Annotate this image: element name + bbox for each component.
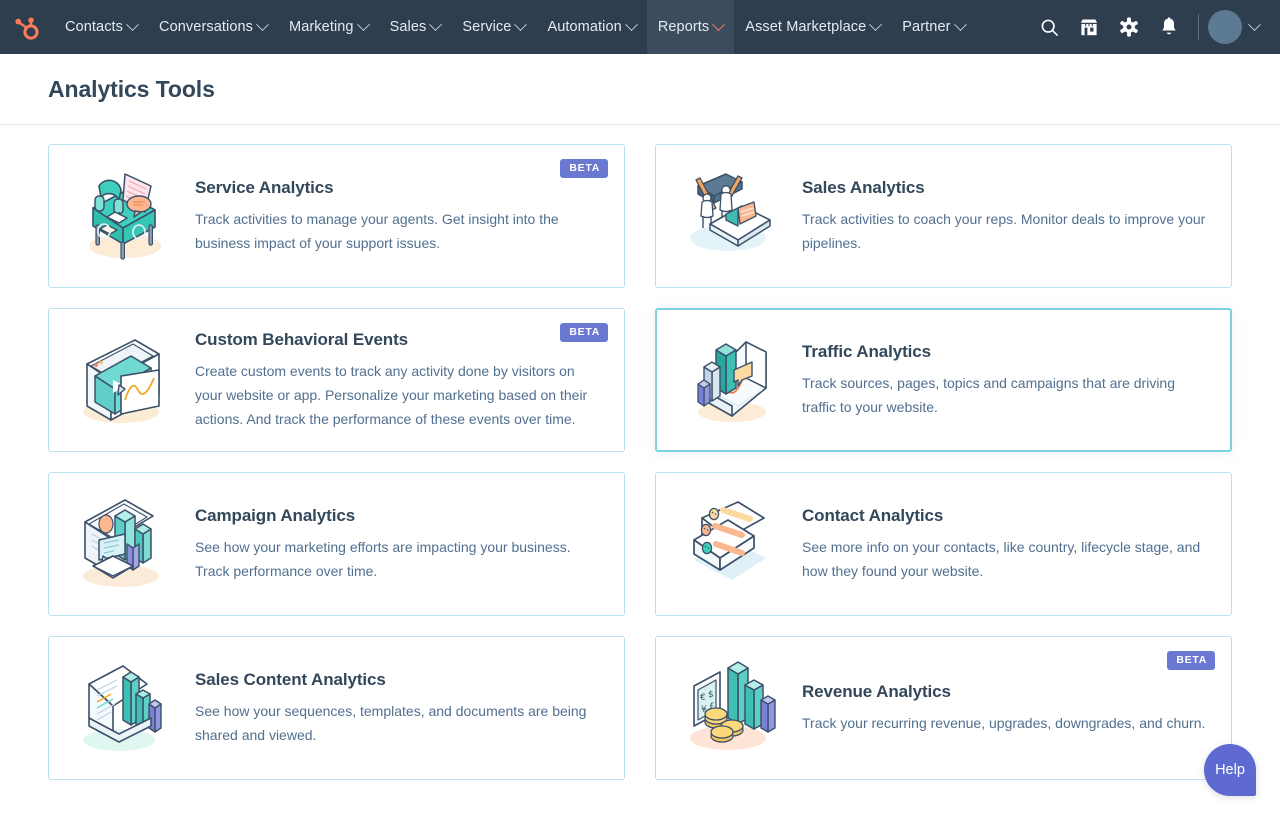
nav-item-marketing[interactable]: Marketing <box>278 0 379 54</box>
page-header: Analytics Tools <box>0 54 1280 125</box>
card-text: Campaign Analytics See how your marketin… <box>195 506 606 583</box>
nav-item-label: Marketing <box>289 19 354 35</box>
chevron-down-icon <box>869 18 882 31</box>
nav-item-label: Partner <box>902 19 950 35</box>
card-description: See how your marketing efforts are impac… <box>195 535 600 583</box>
card-description: Track activities to coach your reps. Mon… <box>802 207 1207 255</box>
analytics-tools-grid: Service Analytics Track activities to ma… <box>48 144 1232 780</box>
nav-item-label: Service <box>462 19 511 35</box>
marketplace-storefront-icon[interactable] <box>1069 0 1109 54</box>
card-title: Sales Content Analytics <box>195 670 600 690</box>
document-tray-bars-illustration <box>67 656 179 760</box>
laptop-bar-line-chart-illustration <box>674 328 786 432</box>
card-revenue-analytics[interactable]: € $ ¥ £ <box>655 636 1232 780</box>
search-icon[interactable] <box>1029 0 1069 54</box>
chevron-down-icon <box>625 18 638 31</box>
card-sales-analytics[interactable]: Sales Analytics Track activities to coac… <box>655 144 1232 288</box>
nav-item-partner[interactable]: Partner <box>891 0 975 54</box>
nav-item-label: Sales <box>390 19 427 35</box>
chevron-down-icon <box>126 18 139 31</box>
svg-text:$: $ <box>708 690 714 700</box>
card-sales-content-analytics[interactable]: Sales Content Analytics See how your seq… <box>48 636 625 780</box>
svg-text:€: € <box>700 693 706 703</box>
service-desk-headset-illustration <box>67 164 179 268</box>
page-title: Analytics Tools <box>48 76 215 103</box>
left-column: Service Analytics Track activities to ma… <box>48 144 625 780</box>
card-title: Contact Analytics <box>802 506 1207 526</box>
nav-item-label: Contacts <box>65 19 123 35</box>
top-navigation-bar: Contacts Conversations Marketing Sales S… <box>0 0 1280 54</box>
avatar[interactable] <box>1208 10 1242 44</box>
card-description: Track sources, pages, topics and campaig… <box>802 371 1207 419</box>
nav-item-sales[interactable]: Sales <box>379 0 452 54</box>
card-description: See more info on your contacts, like cou… <box>802 535 1207 583</box>
right-column: Sales Analytics Track activities to coac… <box>655 144 1232 780</box>
card-custom-behavioral-events[interactable]: Custom Behavioral Events Create custom e… <box>48 308 625 452</box>
card-text: Service Analytics Track activities to ma… <box>195 178 606 255</box>
chevron-down-icon <box>712 18 725 31</box>
card-contact-analytics[interactable]: Contact Analytics See more info on your … <box>655 472 1232 616</box>
status-badge-beta: BETA <box>560 323 608 342</box>
bell-notification-icon[interactable] <box>1149 0 1189 54</box>
nav-item-label: Conversations <box>159 19 253 35</box>
help-button[interactable]: Help <box>1204 744 1256 796</box>
card-text: Sales Content Analytics See how your seq… <box>195 670 606 747</box>
card-traffic-analytics[interactable]: Traffic Analytics Track sources, pages, … <box>655 308 1232 452</box>
nav-menu: Contacts Conversations Marketing Sales S… <box>54 0 1029 54</box>
contact-list-avatars-illustration <box>674 492 786 596</box>
chevron-down-icon <box>430 18 443 31</box>
card-title: Traffic Analytics <box>802 342 1207 362</box>
help-button-label: Help <box>1215 762 1245 778</box>
avatar-chevron-down-icon[interactable] <box>1242 0 1266 54</box>
nav-divider <box>1198 14 1199 40</box>
chevron-down-icon <box>954 18 967 31</box>
card-text: Contact Analytics See more info on your … <box>802 506 1213 583</box>
card-campaign-analytics[interactable]: Campaign Analytics See how your marketin… <box>48 472 625 616</box>
nav-item-conversations[interactable]: Conversations <box>148 0 278 54</box>
card-text: Sales Analytics Track activities to coac… <box>802 178 1213 255</box>
gear-icon[interactable] <box>1109 0 1149 54</box>
card-title: Campaign Analytics <box>195 506 600 526</box>
nav-item-label: Reports <box>658 19 709 35</box>
nav-item-contacts[interactable]: Contacts <box>54 0 148 54</box>
card-description: See how your sequences, templates, and d… <box>195 699 600 747</box>
nav-item-automation[interactable]: Automation <box>536 0 646 54</box>
card-title: Sales Analytics <box>802 178 1207 198</box>
status-badge-beta: BETA <box>560 159 608 178</box>
card-description: Track your recurring revenue, upgrades, … <box>802 711 1207 735</box>
nav-item-label: Asset Marketplace <box>745 19 866 35</box>
status-badge-beta: BETA <box>1167 651 1215 670</box>
currency-coins-bars-illustration: € $ ¥ £ <box>674 656 786 760</box>
coaching-easel-people-illustration <box>674 164 786 268</box>
card-description: Track activities to manage your agents. … <box>195 207 600 255</box>
card-service-analytics[interactable]: Service Analytics Track activities to ma… <box>48 144 625 288</box>
chevron-down-icon <box>357 18 370 31</box>
card-text: Traffic Analytics Track sources, pages, … <box>802 342 1213 419</box>
card-title: Service Analytics <box>195 178 600 198</box>
chevron-down-icon <box>515 18 528 31</box>
card-title: Revenue Analytics <box>802 682 1207 702</box>
analytics-tools-content: Service Analytics Track activities to ma… <box>0 125 1280 812</box>
browser-video-chart-illustration <box>67 328 179 432</box>
nav-item-reports[interactable]: Reports <box>647 0 734 54</box>
card-text: Revenue Analytics Track your recurring r… <box>802 682 1213 735</box>
nav-item-asset-marketplace[interactable]: Asset Marketplace <box>734 0 891 54</box>
nav-item-label: Automation <box>547 19 621 35</box>
monitor-envelope-bars-illustration <box>67 492 179 596</box>
card-description: Create custom events to track any activi… <box>195 359 600 431</box>
nav-item-service[interactable]: Service <box>451 0 536 54</box>
card-text: Custom Behavioral Events Create custom e… <box>195 330 606 431</box>
hubspot-sprocket-logo[interactable] <box>0 0 54 54</box>
nav-actions <box>1029 0 1280 54</box>
chevron-down-icon <box>256 18 269 31</box>
card-title: Custom Behavioral Events <box>195 330 600 350</box>
